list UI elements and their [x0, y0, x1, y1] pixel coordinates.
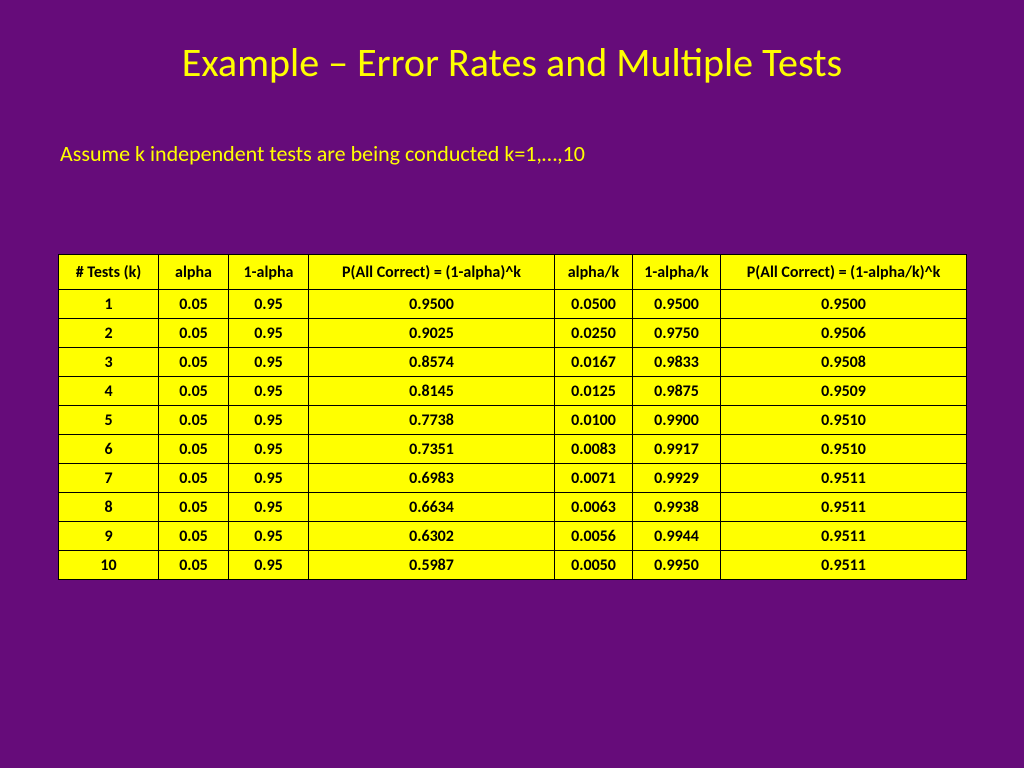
- cell: 0.9750: [633, 319, 721, 348]
- col-header-alphak: alpha/k: [555, 255, 633, 290]
- cell: 6: [59, 435, 159, 464]
- cell: 0.05: [159, 464, 229, 493]
- cell: 0.0063: [555, 493, 633, 522]
- cell: 0.05: [159, 290, 229, 319]
- error-rates-table: # Tests (k) alpha 1-alpha P(All Correct)…: [58, 254, 967, 580]
- cell: 0.9506: [721, 319, 967, 348]
- cell: 0.05: [159, 348, 229, 377]
- table-body: 1 0.05 0.95 0.9500 0.0500 0.9500 0.9500 …: [59, 290, 967, 580]
- cell: 1: [59, 290, 159, 319]
- table-row: 3 0.05 0.95 0.8574 0.0167 0.9833 0.9508: [59, 348, 967, 377]
- cell: 7: [59, 464, 159, 493]
- cell: 0.6983: [309, 464, 555, 493]
- cell: 0.05: [159, 406, 229, 435]
- cell: 10: [59, 551, 159, 580]
- cell: 0.0250: [555, 319, 633, 348]
- slide-subtitle: Assume k independent tests are being con…: [60, 140, 585, 167]
- cell: 8: [59, 493, 159, 522]
- cell: 0.9510: [721, 406, 967, 435]
- cell: 0.0125: [555, 377, 633, 406]
- cell: 0.9508: [721, 348, 967, 377]
- cell: 0.95: [229, 348, 309, 377]
- cell: 0.0056: [555, 522, 633, 551]
- table-row: 5 0.05 0.95 0.7738 0.0100 0.9900 0.9510: [59, 406, 967, 435]
- cell: 0.0071: [555, 464, 633, 493]
- cell: 0.9511: [721, 522, 967, 551]
- cell: 0.8145: [309, 377, 555, 406]
- cell: 0.95: [229, 435, 309, 464]
- cell: 0.0500: [555, 290, 633, 319]
- cell: 0.9500: [633, 290, 721, 319]
- cell: 0.95: [229, 377, 309, 406]
- cell: 0.7351: [309, 435, 555, 464]
- cell: 0.9917: [633, 435, 721, 464]
- cell: 0.95: [229, 319, 309, 348]
- cell: 0.6634: [309, 493, 555, 522]
- table-row: 9 0.05 0.95 0.6302 0.0056 0.9944 0.9511: [59, 522, 967, 551]
- col-header-pallcorr: P(All Correct) = (1-alpha)^k: [309, 255, 555, 290]
- slide-title: Example – Error Rates and Multiple Tests: [0, 38, 1024, 87]
- cell: 0.9511: [721, 464, 967, 493]
- col-header-1malpha: 1-alpha: [229, 255, 309, 290]
- cell: 0.95: [229, 464, 309, 493]
- cell: 9: [59, 522, 159, 551]
- cell: 0.0050: [555, 551, 633, 580]
- cell: 0.0083: [555, 435, 633, 464]
- col-header-1malphak: 1-alpha/k: [633, 255, 721, 290]
- table-row: 8 0.05 0.95 0.6634 0.0063 0.9938 0.9511: [59, 493, 967, 522]
- table-row: 4 0.05 0.95 0.8145 0.0125 0.9875 0.9509: [59, 377, 967, 406]
- cell: 0.05: [159, 522, 229, 551]
- table-row: 10 0.05 0.95 0.5987 0.0050 0.9950 0.9511: [59, 551, 967, 580]
- cell: 0.9510: [721, 435, 967, 464]
- table-row: 7 0.05 0.95 0.6983 0.0071 0.9929 0.9511: [59, 464, 967, 493]
- cell: 0.9929: [633, 464, 721, 493]
- error-rates-table-container: # Tests (k) alpha 1-alpha P(All Correct)…: [58, 254, 966, 580]
- col-header-alpha: alpha: [159, 255, 229, 290]
- cell: 0.9875: [633, 377, 721, 406]
- cell: 0.05: [159, 319, 229, 348]
- cell: 0.05: [159, 435, 229, 464]
- cell: 0.9509: [721, 377, 967, 406]
- cell: 0.9511: [721, 493, 967, 522]
- cell: 0.9511: [721, 551, 967, 580]
- slide: Example – Error Rates and Multiple Tests…: [0, 0, 1024, 768]
- cell: 3: [59, 348, 159, 377]
- cell: 0.6302: [309, 522, 555, 551]
- cell: 0.9500: [309, 290, 555, 319]
- cell: 0.95: [229, 522, 309, 551]
- cell: 0.05: [159, 377, 229, 406]
- table-row: 2 0.05 0.95 0.9025 0.0250 0.9750 0.9506: [59, 319, 967, 348]
- table-row: 1 0.05 0.95 0.9500 0.0500 0.9500 0.9500: [59, 290, 967, 319]
- cell: 0.8574: [309, 348, 555, 377]
- cell: 0.0100: [555, 406, 633, 435]
- table-row: 6 0.05 0.95 0.7351 0.0083 0.9917 0.9510: [59, 435, 967, 464]
- cell: 0.9938: [633, 493, 721, 522]
- cell: 0.95: [229, 290, 309, 319]
- cell: 0.9900: [633, 406, 721, 435]
- cell: 0.95: [229, 406, 309, 435]
- cell: 4: [59, 377, 159, 406]
- cell: 2: [59, 319, 159, 348]
- cell: 0.9500: [721, 290, 967, 319]
- cell: 5: [59, 406, 159, 435]
- cell: 0.95: [229, 551, 309, 580]
- table-header-row: # Tests (k) alpha 1-alpha P(All Correct)…: [59, 255, 967, 290]
- cell: 0.7738: [309, 406, 555, 435]
- cell: 0.9833: [633, 348, 721, 377]
- cell: 0.05: [159, 551, 229, 580]
- cell: 0.05: [159, 493, 229, 522]
- cell: 0.95: [229, 493, 309, 522]
- cell: 0.9025: [309, 319, 555, 348]
- col-header-pallcorrk: P(All Correct) = (1-alpha/k)^k: [721, 255, 967, 290]
- cell: 0.9944: [633, 522, 721, 551]
- cell: 0.9950: [633, 551, 721, 580]
- col-header-k: # Tests (k): [59, 255, 159, 290]
- cell: 0.5987: [309, 551, 555, 580]
- cell: 0.0167: [555, 348, 633, 377]
